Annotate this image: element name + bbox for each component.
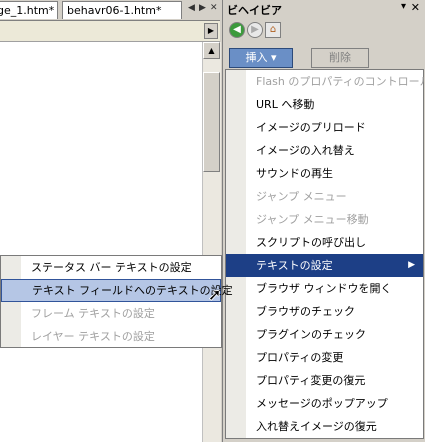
submenu-arrow-icon: ▶: [408, 260, 415, 270]
menu-item-label: テキストの設定: [256, 259, 333, 272]
menu-item-restore-property[interactable]: プロパティ変更の復元: [226, 369, 423, 392]
tab-close-icon[interactable]: ✕: [210, 3, 218, 13]
home-icon[interactable]: ⌂: [265, 22, 281, 38]
menu-item-jump-menu[interactable]: ジャンプ メニュー: [226, 185, 423, 208]
panel-title: ビヘイビア: [227, 4, 282, 17]
set-text-submenu: ステータス バー テキストの設定 テキスト フィールドへのテキストの設定 フレー…: [0, 255, 233, 348]
forward-icon[interactable]: ▶: [247, 22, 263, 38]
menu-item-popup-message[interactable]: メッセージのポップアップ: [226, 392, 423, 415]
panel-options-icon[interactable]: ▾: [401, 1, 406, 12]
scroll-thumb[interactable]: [203, 72, 220, 172]
document-canvas[interactable]: [0, 42, 202, 442]
document-tab-bar: ge_1.htm* behavr06-1.htm* ◀ ▶ ✕: [0, 0, 220, 21]
menu-item-change-property[interactable]: プロパティの変更: [226, 346, 423, 369]
delete-button[interactable]: 削除: [311, 48, 369, 68]
scroll-up-icon[interactable]: ▲: [203, 42, 220, 59]
submenu-item-status-bar-text[interactable]: ステータス バー テキストの設定: [1, 256, 221, 279]
submenu-item-layer-text[interactable]: レイヤー テキストの設定: [1, 325, 221, 348]
menu-item-jump-menu-go[interactable]: ジャンプ メニュー移動: [226, 208, 423, 231]
vertical-scrollbar[interactable]: ▲: [202, 42, 221, 442]
menu-item-goto-url[interactable]: URL へ移動: [226, 93, 423, 116]
submenu-item-text-field-text[interactable]: テキスト フィールドへのテキストの設定: [1, 279, 233, 302]
menu-item-restore-swap-image[interactable]: 入れ替えイメージの復元: [226, 415, 423, 438]
menu-item-swap-image[interactable]: イメージの入れ替え: [226, 139, 423, 162]
menu-item-play-sound[interactable]: サウンドの再生: [226, 162, 423, 185]
menu-item-flash-control[interactable]: Flash のプロパティのコントロール: [226, 70, 425, 93]
menu-item-open-browser-window[interactable]: ブラウザ ウィンドウを開く: [226, 277, 423, 300]
panel-toolbar: ◀ ▶ ⌂: [227, 22, 421, 40]
back-icon[interactable]: ◀: [229, 22, 245, 38]
tab-behavr06-1[interactable]: behavr06-1.htm*: [62, 1, 182, 19]
tab-scroll-left-icon[interactable]: ◀: [188, 3, 195, 13]
submenu-item-frame-text[interactable]: フレーム テキストの設定: [1, 302, 221, 325]
mouse-cursor-icon: ➚: [208, 285, 222, 304]
insert-menu: Flash のプロパティのコントロール URL へ移動 イメージのプリロード イ…: [225, 69, 425, 439]
tab-scroll-right-icon[interactable]: ▶: [199, 3, 206, 13]
menu-item-check-browser[interactable]: ブラウザのチェック: [226, 300, 423, 323]
insert-button[interactable]: 挿入 ▾: [229, 48, 293, 68]
menu-item-check-plugin[interactable]: プラグインのチェック: [226, 323, 423, 346]
menu-item-set-text[interactable]: テキストの設定 ▶: [226, 254, 423, 277]
menu-item-call-javascript[interactable]: スクリプトの呼び出し: [226, 231, 423, 254]
tab-ge-1[interactable]: ge_1.htm*: [0, 1, 58, 19]
document-toolbar: ▶: [0, 21, 220, 42]
close-icon[interactable]: ✕: [411, 1, 420, 14]
menu-item-preload-images[interactable]: イメージのプリロード: [226, 116, 423, 139]
toolbar-expand-icon[interactable]: ▶: [204, 23, 218, 39]
